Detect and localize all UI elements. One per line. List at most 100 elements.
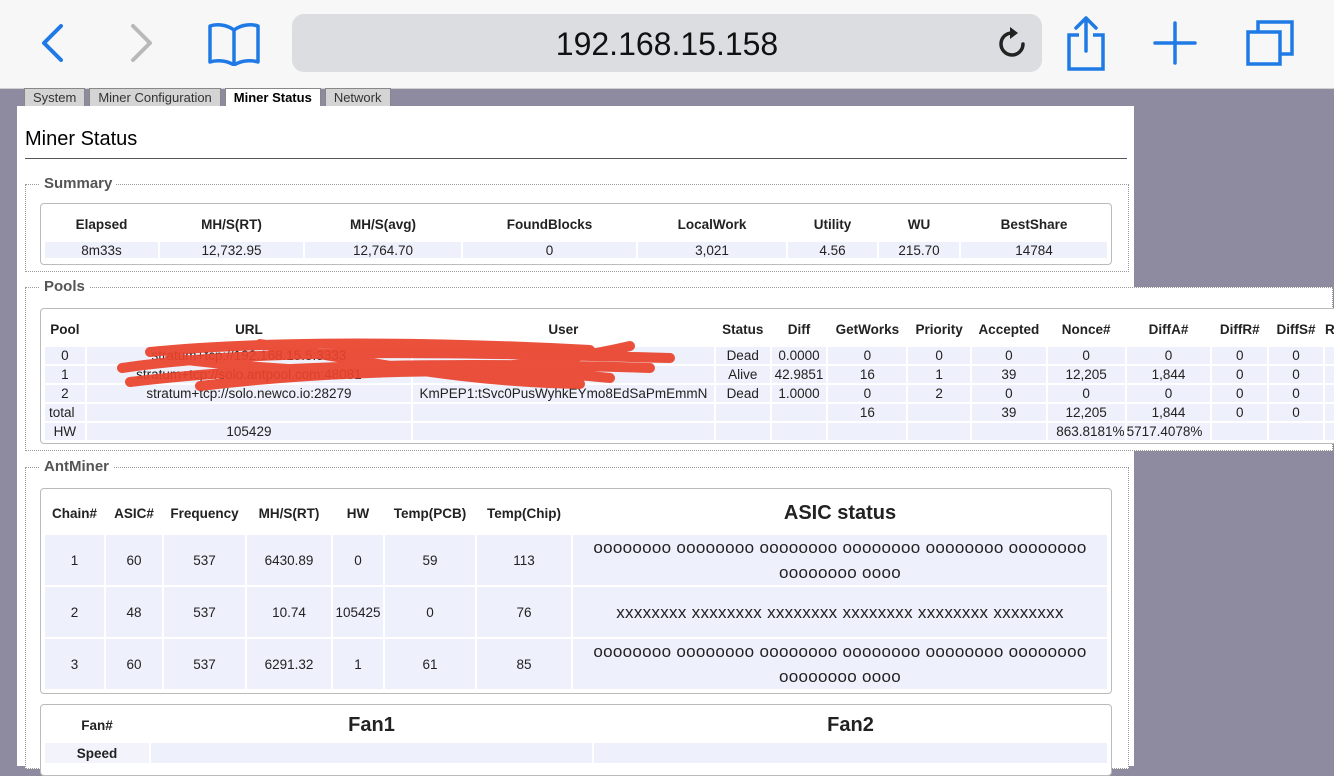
pools-header: User [548,321,579,337]
chain-cell: 85 [477,639,571,689]
chain-cell: 10.74 [247,587,331,637]
summary-header: LocalWork [677,216,747,232]
url-text: 192.168.15.158 [555,26,779,62]
pool-cell: 0.0000 [771,347,827,364]
summary-value: 12,732.95 [160,242,303,258]
pool-cell: 0 [1324,347,1334,364]
summary-header: FoundBlocks [506,216,593,232]
tab-system[interactable]: System [24,88,86,107]
bookmarks-icon[interactable] [206,14,262,72]
asic-status-header: ASIC status [783,501,897,524]
pool-cell [715,423,770,440]
chain-cell: 537 [164,587,245,637]
pool-cell: 42.9851 [771,366,827,383]
pool-cell: 1,844 [1126,366,1211,383]
pool-cell: 0 [828,385,907,402]
pool-cell [771,404,827,421]
pool-cell: total [45,404,85,421]
pool-cell: 0 [1047,347,1125,364]
pool-row: 2 stratum+tcp://solo.newco.io:28279 KmPE… [45,385,1334,402]
pool-user-cell [413,347,714,364]
pools-header: URL [235,321,263,337]
fan-header: Fan# [81,717,113,733]
pool-cell: 39 [971,404,1046,421]
summary-header: BestShare [1000,216,1068,232]
summary-section: Summary Elapsed MH/S(RT) MH/S(avg) Found… [25,175,1129,272]
new-tab-icon[interactable] [1152,14,1198,72]
chain-cell: 60 [106,639,162,689]
pools-header: DiffS# [1276,321,1316,337]
forward-icon[interactable] [124,14,160,72]
hw-label: HW [45,423,85,440]
pool-cell [413,423,714,440]
pool-cell: 0 [1126,385,1211,402]
hw-value: 105429 [86,423,412,440]
pool-cell [413,404,714,421]
address-bar[interactable]: 192.168.15.158 [292,14,1042,72]
antminer-header: Temp(PCB) [393,505,467,521]
diffa-percent: 5717.4078% [1126,423,1211,440]
pool-cell: 1.0000 [771,385,827,402]
pool-cell [828,423,907,440]
summary-table-wrap: Elapsed MH/S(RT) MH/S(avg) FoundBlocks L… [40,203,1112,265]
fan-cell [151,743,592,763]
antminer-header: ASIC# [114,505,154,521]
browser-toolbar: 192.168.15.158 [0,0,1334,89]
pool-cell: 1 [45,366,85,383]
pool-cell: 0 [1269,347,1323,364]
pool-url-cell: stratum+tcp://192.168.15.5:3333 [86,347,412,364]
antminer-header: Frequency [170,505,239,521]
pools-header: Status [722,321,764,337]
back-icon[interactable] [34,14,70,72]
summary-value: 8m33s [45,242,158,258]
pool-status-cell: Dead [715,385,770,402]
chain-cell: 1 [333,639,383,689]
chain-cell: 2 [45,587,104,637]
tab-miner-status[interactable]: Miner Status [224,88,321,107]
chain-cell: 105425 [333,587,383,637]
fan-speed-label: Speed [45,743,149,763]
tab-miner-configuration[interactable]: Miner Configuration [89,88,221,107]
pool-cell: 16 [828,404,907,421]
pool-cell: 0 [971,385,1046,402]
chain-cell: 59 [385,535,475,585]
pool-cell: 0 [1212,385,1268,402]
pool-cell: 1,844 [1126,404,1211,421]
antminer-legend: AntMiner [40,458,113,475]
pool-cell [1324,423,1334,440]
antminer-header: Temp(Chip) [487,505,561,521]
pools-header: Pool [50,321,80,337]
pool-total-row: total 16 39 12,205 1,844 0 0 0 [45,404,1334,421]
fan-header: Fan1 [348,713,395,736]
reload-icon[interactable] [998,26,1028,64]
pool-hw-row: HW 105429 863.8181% 5717.4078% [45,423,1334,440]
summary-legend: Summary [40,175,117,192]
chain-cell: 1 [45,535,104,585]
summary-header: Utility [813,216,852,232]
summary-header: MH/S(RT) [201,216,262,232]
pools-table-wrap: Pool URL User Status Diff GetWorks Prior… [40,308,1334,444]
summary-value: 12,764.70 [305,242,461,258]
pools-section: Pools Pool URL User Status Diff GetWorks… [25,278,1334,451]
pool-row: 0 stratum+tcp://192.168.15.5:3333 Dead 0… [45,347,1334,364]
pool-cell: 0 [1269,385,1323,402]
tabs-overview-icon[interactable] [1242,14,1298,72]
pool-user-cell: KmPEP1:tSvc0PusWyhkEYmo8EdSaPmEmmN [413,385,714,402]
fan-cell [594,743,1107,763]
pools-table: Pool URL User Status Diff GetWorks Prior… [43,311,1334,442]
pool-status-cell: Dead [715,347,770,364]
pool-cell: 2 [908,385,970,402]
pool-cell: 16 [828,366,907,383]
chain-cell: 113 [477,535,571,585]
share-icon[interactable] [1064,14,1108,72]
chain-cell: 61 [385,639,475,689]
chain-cell: 3 [45,639,104,689]
pool-url-cell: stratum+tcp://solo.antpool.com:48081 [86,366,412,383]
pool-cell: 12,205 [1047,404,1125,421]
tab-network[interactable]: Network [324,88,391,107]
pool-cell: 2 [45,385,85,402]
antminer-table: Chain# ASIC# Frequency MH/S(RT) HW Temp(… [43,491,1109,691]
pool-cell: 0 [1324,404,1334,421]
pools-header: GetWorks [835,321,900,337]
summary-header: WU [907,216,931,232]
